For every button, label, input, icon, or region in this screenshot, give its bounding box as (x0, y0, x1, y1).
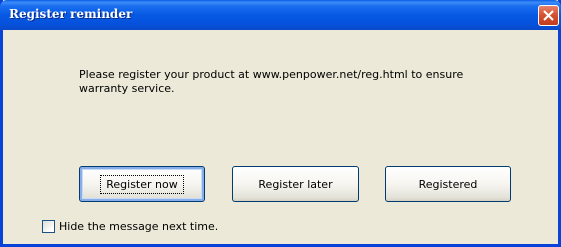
register-now-button[interactable]: Register now (79, 166, 205, 202)
register-message: Please register your product at www.penp… (79, 68, 479, 96)
message-line-1: Please register your product at www.penp… (79, 68, 464, 81)
window-title: Register reminder (9, 7, 133, 21)
close-icon (543, 10, 554, 21)
hide-message-label[interactable]: Hide the message next time. (59, 220, 218, 233)
title-bar[interactable]: Register reminder (0, 0, 561, 30)
message-line-2: warranty service. (79, 82, 175, 95)
register-later-button[interactable]: Register later (232, 166, 359, 202)
registered-button[interactable]: Registered (385, 166, 511, 202)
close-button[interactable] (538, 5, 559, 26)
hide-message-checkbox[interactable] (42, 219, 55, 233)
register-now-label: Register now (100, 174, 184, 194)
register-reminder-dialog: Register reminder Please register your p… (0, 0, 561, 247)
hide-message-option[interactable]: Hide the message next time. (42, 219, 218, 233)
